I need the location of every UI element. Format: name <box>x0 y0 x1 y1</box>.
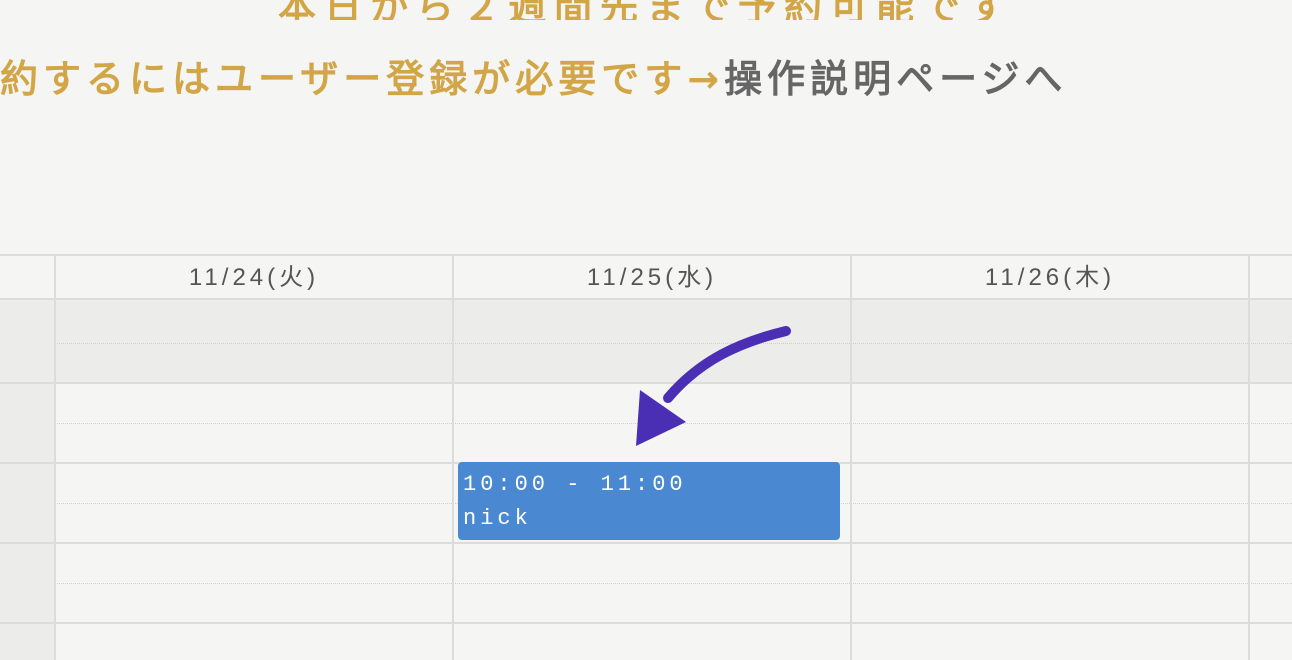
hour-divider <box>0 382 1292 384</box>
column-divider <box>850 254 852 660</box>
column-divider <box>54 254 56 660</box>
column-divider <box>452 254 454 660</box>
half-hour-divider <box>55 423 1292 424</box>
registration-notice: 約するにはユーザー登録が必要です→操作説明ページへ <box>0 48 1292 100</box>
half-hour-divider <box>55 583 1292 584</box>
event-time: 10:00 - 11:00 <box>463 472 687 497</box>
hour-divider <box>0 622 1292 624</box>
reservation-event[interactable]: 10:00 - 11:00 nick <box>458 462 840 540</box>
day-header-1125[interactable]: 11/25(水) <box>453 256 851 300</box>
day-header-1126[interactable]: 11/26(木) <box>851 256 1249 300</box>
weekly-calendar: 11/24(火) 11/25(水) 11/26(木) 10:00 - 11:00… <box>0 254 1292 660</box>
day-header-row: 11/24(火) 11/25(水) 11/26(木) <box>0 254 1292 300</box>
hour-divider <box>0 542 1292 544</box>
unavailable-slot-band <box>55 300 1292 382</box>
half-hour-divider <box>55 343 1292 344</box>
time-axis-column <box>0 300 55 660</box>
booking-window-notice: 本日から２週間先まで予約可能です <box>0 0 1292 20</box>
reservation-page: 本日から２週間先まで予約可能です 約するにはユーザー登録が必要です→操作説明ペー… <box>0 0 1292 660</box>
event-user-name: nick <box>463 506 532 531</box>
column-divider <box>1248 254 1250 660</box>
operation-guide-link[interactable]: 操作説明ページへ <box>724 57 1067 100</box>
registration-required-text: 約するにはユーザー登録が必要です→ <box>0 57 725 100</box>
day-header-1124[interactable]: 11/24(火) <box>55 256 453 300</box>
